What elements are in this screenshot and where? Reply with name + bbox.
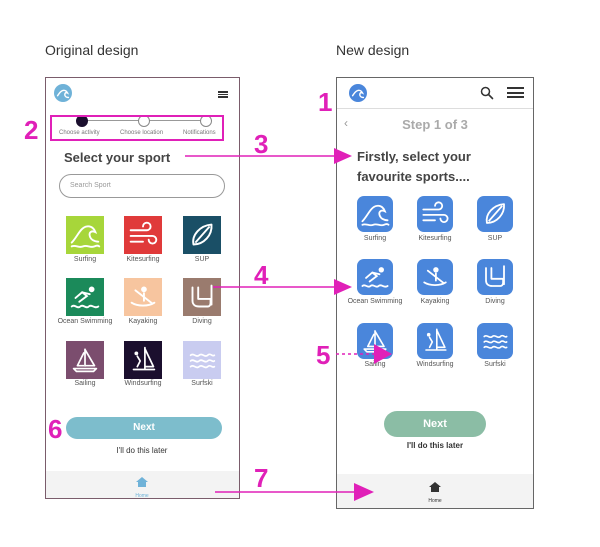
sport-tile-sailing[interactable] [357, 323, 393, 359]
waves-icon [477, 323, 513, 359]
sport-tile-ocean-swimming[interactable] [357, 259, 393, 295]
app-logo-icon [349, 84, 367, 102]
original-design-heading: Original design [45, 42, 139, 58]
sport-tile-diving[interactable] [183, 278, 221, 316]
search-icon[interactable] [480, 86, 494, 100]
sport-label: Diving [485, 298, 505, 305]
step-dot-3[interactable] [200, 115, 212, 127]
step-dot-1[interactable] [76, 115, 88, 127]
new-design-heading: New design [336, 42, 410, 58]
callout-7: 7 [254, 463, 269, 493]
page-title-line2: favourite sports.... [357, 169, 470, 184]
callout-6: 6 [48, 414, 63, 444]
sport-tile-surfski[interactable] [477, 323, 513, 359]
page-title-line1: Firstly, select your [357, 149, 471, 164]
waves-icon [183, 341, 221, 379]
home-label: Home [428, 498, 442, 504]
search-placeholder: Search Sport [70, 182, 111, 189]
sailboat-icon [357, 323, 393, 359]
step-label-1: Choose activity [59, 130, 100, 136]
menu-icon[interactable] [507, 87, 524, 98]
sport-tile-surfing[interactable] [66, 216, 104, 254]
sport-tile-surfski[interactable] [183, 341, 221, 379]
sport-tile-ocean-swimming[interactable] [66, 278, 104, 316]
step-dot-2[interactable] [138, 115, 150, 127]
later-link[interactable]: I'll do this later [337, 441, 533, 450]
wind-icon [417, 196, 453, 232]
callout-1: 1 [318, 87, 333, 117]
sport-label: Ocean Swimming [347, 298, 403, 305]
kayak-icon [417, 259, 453, 295]
wave-icon [357, 196, 393, 232]
wave-icon [66, 216, 104, 254]
callout-5: 5 [316, 340, 331, 370]
step-label-2: Choose location [120, 130, 164, 136]
original-phone: Choose activity Choose location Notifica… [45, 77, 240, 499]
new-header [337, 78, 533, 109]
next-button[interactable]: Next [66, 417, 222, 439]
sport-label: Surfski [484, 361, 506, 368]
sport-tile-sup[interactable] [183, 216, 221, 254]
step-indicator: Step 1 of 3 [402, 117, 468, 132]
sport-tile-kitesurfing[interactable] [124, 216, 162, 254]
sport-tile-windsurfing[interactable] [124, 341, 162, 379]
bottom-nav: Home [337, 474, 533, 508]
home-icon [136, 477, 148, 487]
sport-tile-kitesurfing[interactable] [417, 196, 453, 232]
next-button[interactable]: Next [384, 411, 486, 437]
sport-tile-sup[interactable] [477, 196, 513, 232]
page-title: Select your sport [64, 150, 171, 165]
windsurf-icon [124, 341, 162, 379]
callout-4: 4 [254, 260, 269, 290]
callout-3: 3 [254, 129, 269, 159]
next-button-label: Next [133, 422, 155, 433]
sport-tile-sailing[interactable] [66, 341, 104, 379]
sport-label: Diving [192, 318, 212, 325]
home-tab[interactable]: Home [132, 475, 152, 499]
kayak-icon [124, 278, 162, 316]
sport-tile-diving[interactable] [477, 259, 513, 295]
menu-icon[interactable] [218, 91, 228, 98]
sport-tile-kayaking[interactable] [417, 259, 453, 295]
sport-label: SUP [487, 235, 503, 242]
new-phone: ‹ Step 1 of 3 Firstly, select your favou… [336, 77, 534, 509]
wind-icon [124, 216, 162, 254]
swimmer-icon [66, 278, 104, 316]
board-icon [183, 216, 221, 254]
search-input[interactable]: Search Sport [59, 174, 225, 198]
home-label: Home [135, 493, 149, 499]
sailboat-icon [66, 341, 104, 379]
board-icon [477, 196, 513, 232]
home-icon [429, 482, 441, 492]
later-link[interactable]: I'll do this later [46, 446, 238, 455]
swimmer-icon [357, 259, 393, 295]
app-logo-icon [54, 84, 72, 102]
progress-stepper: Choose activity Choose location Notifica… [56, 115, 221, 141]
home-tab[interactable]: Home [425, 480, 445, 504]
sport-label: SUP [194, 256, 210, 263]
sport-tile-surfing[interactable] [357, 196, 393, 232]
snorkel-icon [477, 259, 513, 295]
bottom-nav: Home [46, 471, 239, 499]
callout-2: 2 [24, 115, 39, 145]
sport-tile-kayaking[interactable] [124, 278, 162, 316]
next-button-label: Next [423, 418, 447, 430]
sport-tile-windsurfing[interactable] [417, 323, 453, 359]
snorkel-icon [183, 278, 221, 316]
step-label-3: Notifications [183, 130, 216, 136]
sport-label: Surfski [191, 380, 213, 387]
windsurf-icon [417, 323, 453, 359]
